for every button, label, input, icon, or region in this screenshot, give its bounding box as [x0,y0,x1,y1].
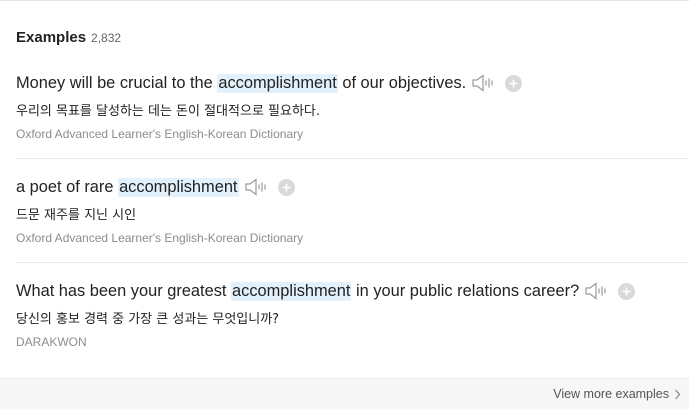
example-item: a poet of rare accomplishment 드문 재주를 지닌 … [16,176,689,245]
example-item: What has been your greatest accomplishme… [16,280,689,349]
highlighted-term: accomplishment [118,177,239,197]
examples-header: Examples 2,832 [16,29,121,46]
chevron-right-icon [675,389,681,399]
speaker-icon[interactable] [471,73,495,93]
speaker-icon[interactable] [244,177,268,197]
source-label: Oxford Advanced Learner's English-Korean… [16,231,304,245]
korean-translation: 드문 재주를 지닌 시인 [16,208,137,223]
examples-footer: View more examples [0,378,689,409]
example-divider [16,262,689,263]
sentence-text-before: Money will be crucial to the [16,73,218,92]
sentence-text-after: of our objectives. [337,73,467,92]
plus-circle-icon[interactable] [505,74,523,92]
section-title: Examples [16,29,87,46]
view-more-examples-link[interactable]: View more examples [553,387,681,401]
sentence-text-before: What has been your greatest [16,281,232,300]
example-sentence: What has been your greatest accomplishme… [16,280,689,302]
example-item: Money will be crucial to the accomplishm… [16,72,689,141]
plus-circle-icon[interactable] [277,178,295,196]
example-sentence: a poet of rare accomplishment [16,176,689,198]
highlighted-term: accomplishment [217,73,338,93]
korean-translation: 우리의 목표를 달성하는 데는 돈이 절대적으로 필요하다. [16,104,321,119]
top-divider [0,0,689,1]
source-label: DARAKWON [16,335,87,349]
speaker-icon[interactable] [584,281,608,301]
sentence-text-after: in your public relations career? [351,281,580,300]
sentence-text-before: a poet of rare [16,177,119,196]
korean-translation: 당신의 홍보 경력 중 가장 큰 성과는 무엇입니까? [16,312,280,327]
view-more-label: View more examples [553,387,669,401]
plus-circle-icon[interactable] [618,282,636,300]
example-divider [16,158,689,159]
example-sentence: Money will be crucial to the accomplishm… [16,72,689,94]
source-label: Oxford Advanced Learner's English-Korean… [16,127,304,141]
highlighted-term: accomplishment [231,281,352,301]
example-count: 2,832 [91,31,122,45]
